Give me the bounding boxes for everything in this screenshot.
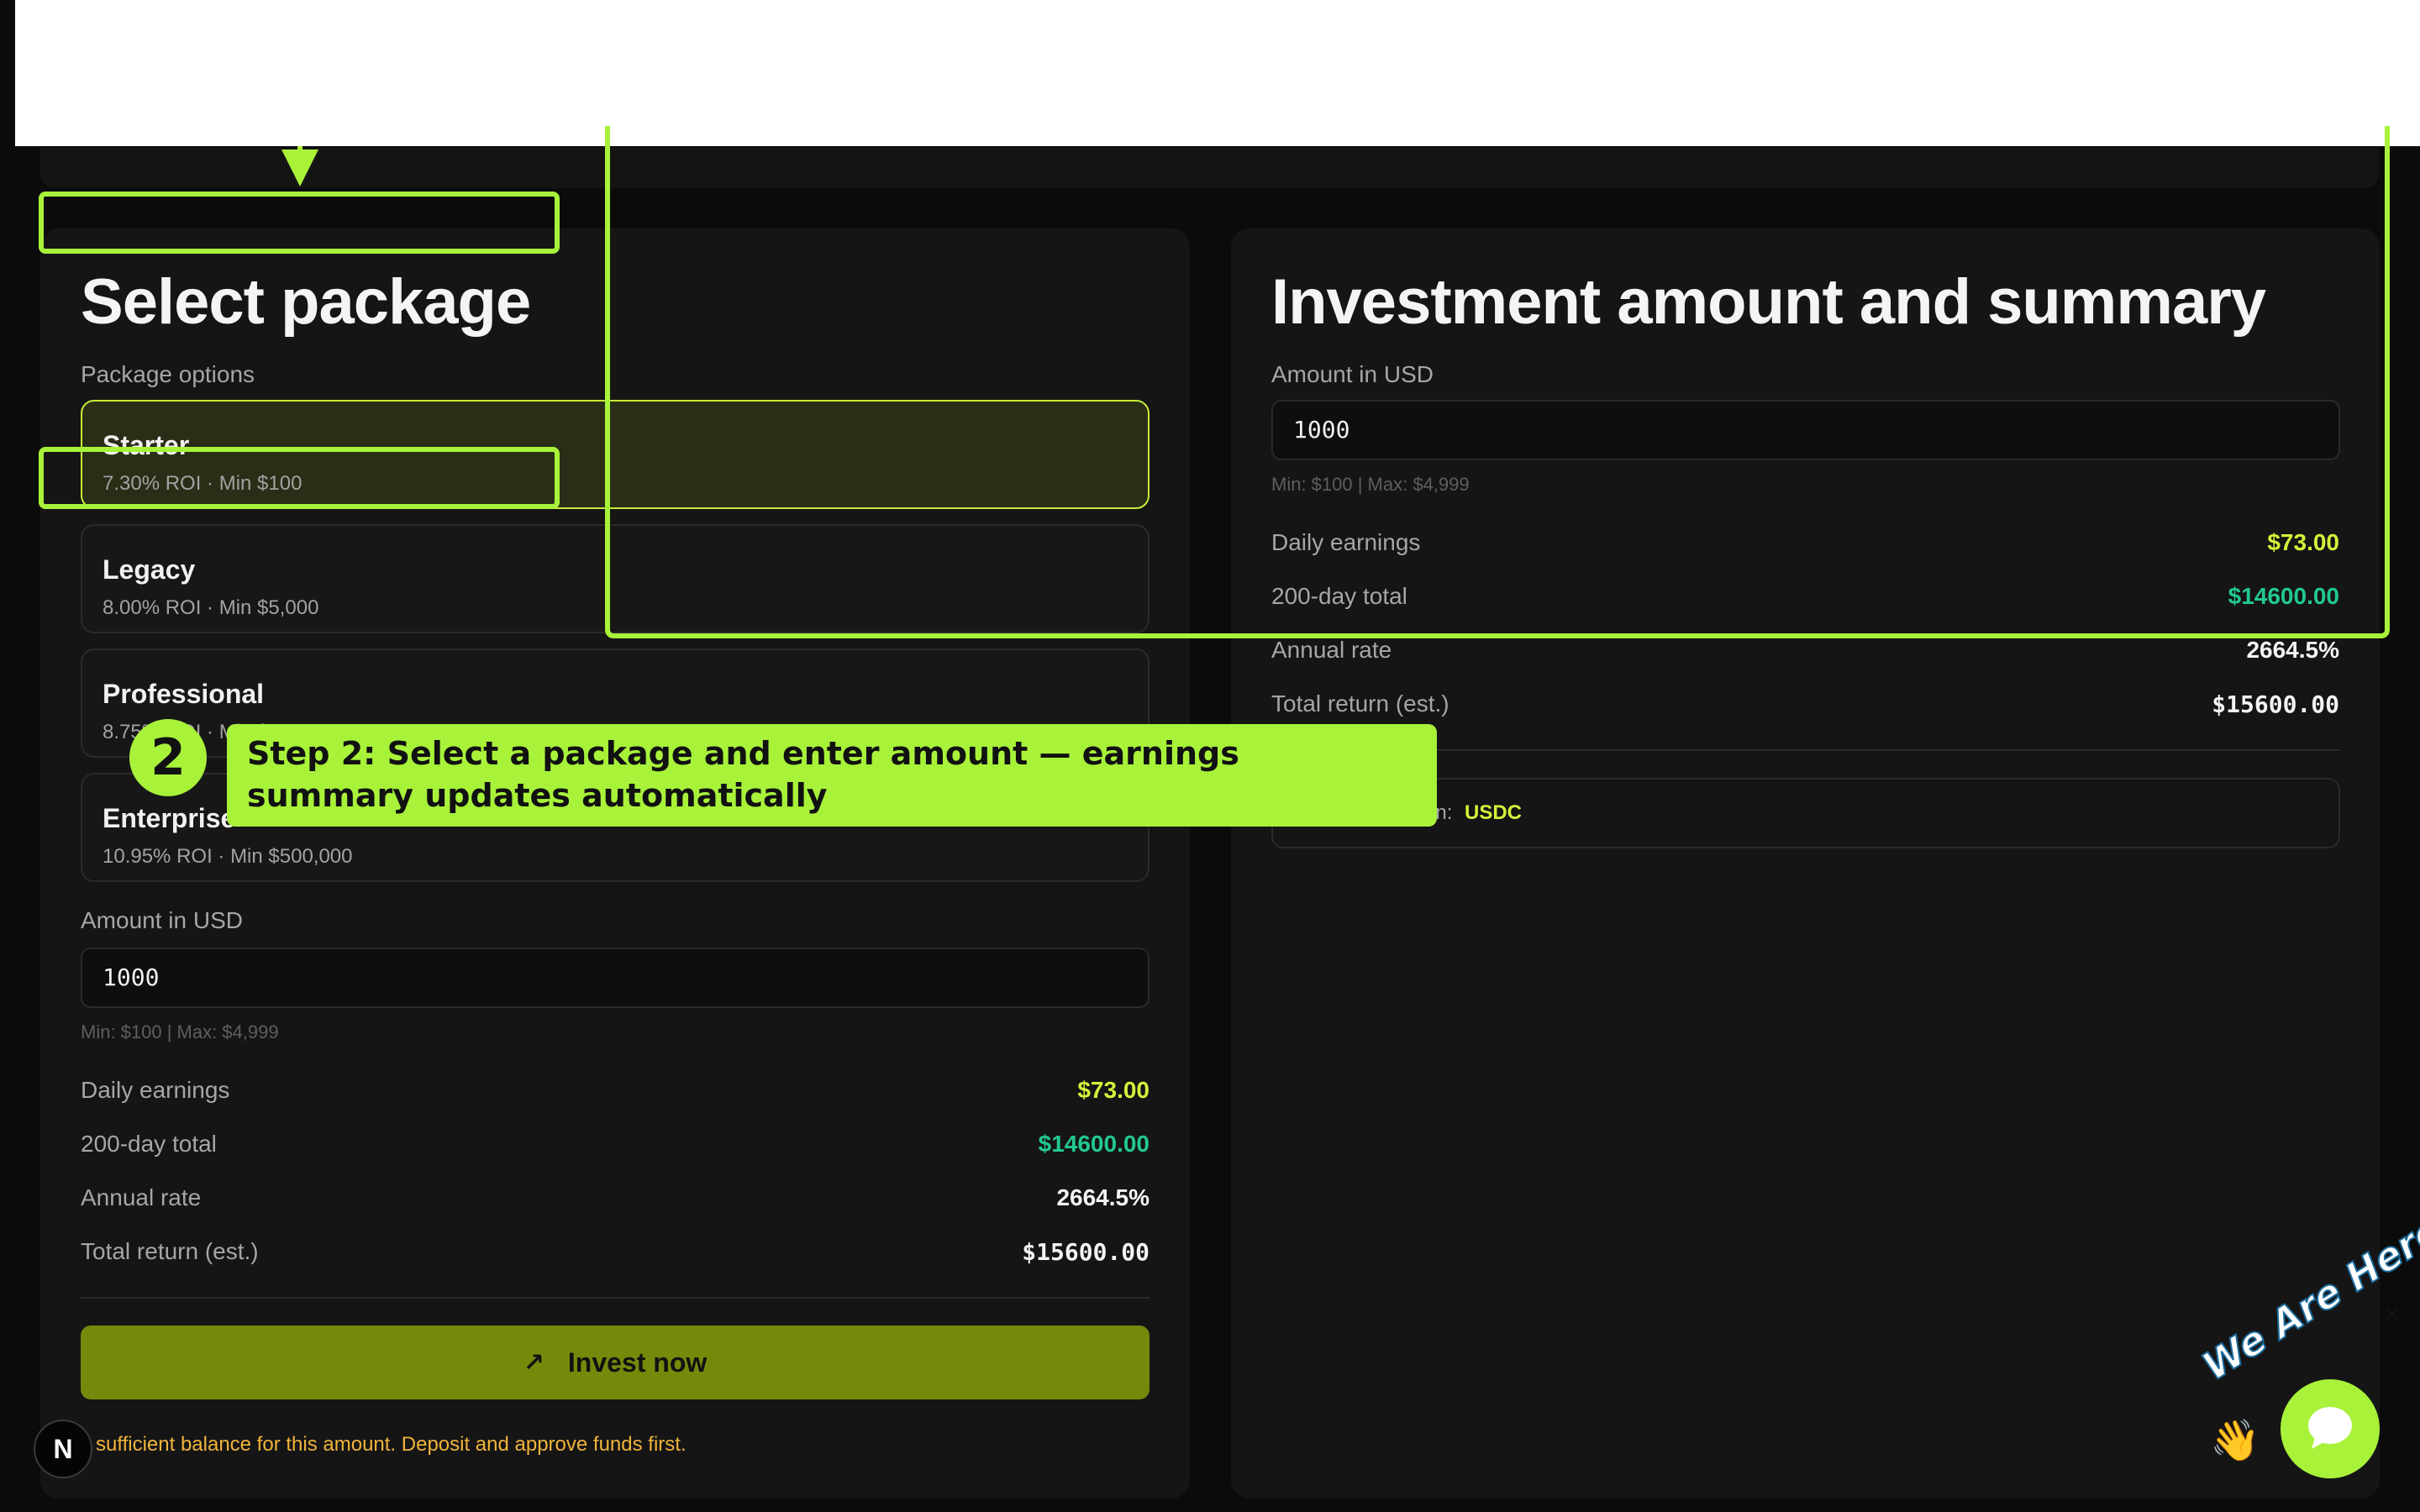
amount-hint: Min: $100 | Max: $4,999 (81, 1021, 279, 1042)
daily-earnings-label: Daily earnings (81, 1077, 230, 1103)
page-title: Select package (81, 266, 531, 338)
insufficient-balance-warning: sufficient balance for this amount. Depo… (96, 1433, 687, 1456)
package-name: Legacy (103, 554, 196, 585)
daily-earnings-value: $73.00 (1077, 1077, 1150, 1103)
invest-now-button[interactable]: ↗ Invest now (81, 1326, 1150, 1399)
annotation-box-header (39, 192, 560, 254)
step-number-badge: 2 (129, 719, 207, 796)
annotation-box-summary (605, 126, 2390, 638)
arrow-up-right-icon: ↗ (523, 1348, 544, 1377)
total-return-value: $15600.00 (1022, 1238, 1150, 1266)
package-name: Professional (103, 679, 265, 709)
top-white-bar (15, 0, 2420, 146)
chat-bubble-icon (2308, 1407, 2352, 1449)
invest-now-label: Invest now (567, 1347, 708, 1378)
total-200-label: 200-day total (81, 1131, 217, 1157)
annual-rate-value: 2664.5% (2246, 637, 2339, 663)
annual-rate-label: Annual rate (81, 1184, 202, 1210)
package-meta: 8.00% ROI · Min $5,000 (103, 596, 319, 619)
total-return-value: $15600.00 (2212, 690, 2339, 718)
amount-label: Amount in USD (81, 907, 243, 933)
total-return-label: Total return (est.) (81, 1238, 259, 1264)
n-logo-badge[interactable]: N (34, 1420, 92, 1478)
annual-rate-value: 2664.5% (1056, 1184, 1150, 1210)
step-description: Step 2: Select a package and enter amoun… (227, 724, 1437, 827)
package-name: Enterprise (103, 803, 236, 833)
chat-button[interactable] (2281, 1379, 2380, 1478)
amount-input[interactable]: 1000 (81, 948, 1150, 1008)
package-meta: 10.95% ROI · Min $500,000 (103, 845, 353, 868)
divider (81, 1297, 1150, 1299)
waving-hand-icon: 👋 (2210, 1419, 2260, 1463)
token-value: USDC (1465, 801, 1523, 824)
total-return-label: Total return (est.) (1271, 690, 1449, 717)
total-200-value: $14600.00 (1038, 1131, 1150, 1157)
annotation-arrow-head-icon (281, 150, 318, 186)
annual-rate-label: Annual rate (1271, 637, 1392, 663)
close-icon[interactable]: × (2385, 1300, 2400, 1329)
package-options-label: Package options (81, 361, 255, 387)
annotation-box-starter (39, 447, 560, 509)
